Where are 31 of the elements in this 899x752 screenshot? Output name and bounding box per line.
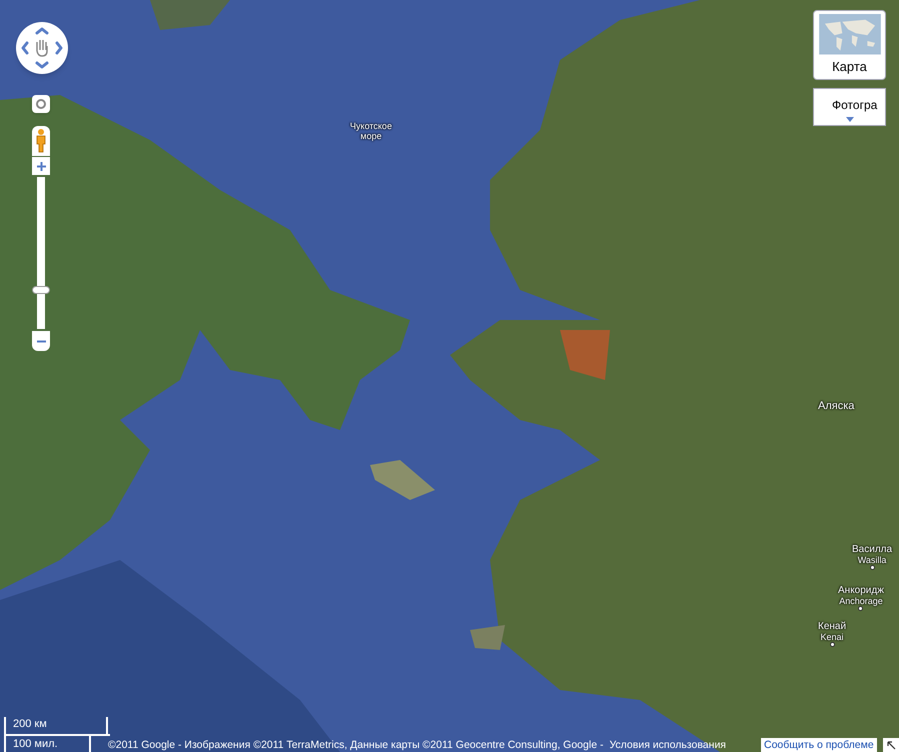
zoom-out-button[interactable] [32, 331, 50, 351]
satellite-dropdown[interactable]: Фотогра [813, 88, 886, 126]
sea-label: Чукотское море [349, 121, 393, 141]
pan-control[interactable] [16, 22, 68, 74]
diagonal-arrow-icon [886, 740, 896, 750]
terms-link[interactable]: Условия использования [609, 738, 726, 752]
pan-arrows-icon [20, 26, 64, 70]
rotate-reset-button[interactable] [32, 95, 50, 113]
city-label-latin: Anchorage [839, 596, 883, 606]
resize-corner-button[interactable] [883, 738, 899, 752]
copyright-text: ©2011 Google - Изображения ©2011 TerraMetrics, Данные карты ©2011 Geocentre Consulting, Google - [108, 738, 604, 752]
map-type-card[interactable]: Карта [813, 10, 886, 80]
person-icon [36, 129, 46, 153]
pegman-button[interactable] [32, 126, 50, 156]
region-label: Аляска [818, 401, 854, 412]
world-map-thumbnail [818, 14, 882, 54]
minus-icon [36, 340, 46, 342]
city-label: Василла [852, 544, 892, 555]
plus-icon [36, 162, 46, 170]
zoom-in-button[interactable] [32, 157, 50, 175]
city-label-latin: Wasilla [858, 555, 886, 565]
city-label: Кенай [818, 621, 846, 632]
satellite-label: Фотогра [831, 97, 878, 114]
dropdown-caret-icon [846, 117, 854, 122]
scale-imperial-label: 100 мил. [13, 739, 58, 750]
map-type-label: Карта [832, 58, 867, 76]
city-label-latin: Kenai [820, 632, 844, 642]
zoom-slider-thumb[interactable] [32, 286, 50, 294]
scale-metric-label: 200 км [13, 719, 47, 730]
city-label: Анкоридж [838, 585, 884, 596]
report-problem-link[interactable]: Сообщить о проблеме [761, 738, 877, 752]
